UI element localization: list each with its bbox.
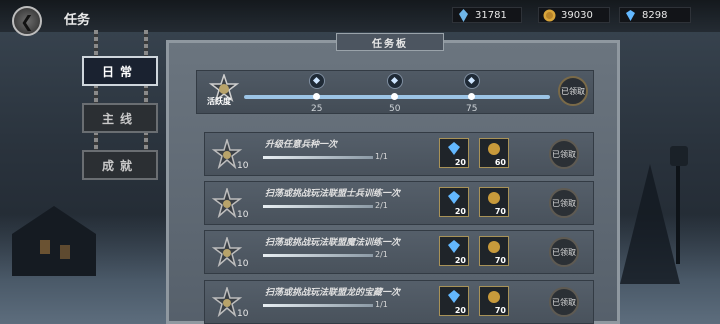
task-title: 扫荡或挑战玩法联盟士兵训练一次 bbox=[265, 189, 401, 199]
back-arrow-icon: ❮ bbox=[20, 11, 34, 31]
exp-coin-icon bbox=[488, 192, 500, 204]
gem-icon bbox=[448, 240, 460, 253]
crystal-count: 31781 bbox=[475, 9, 507, 21]
top-bar: ❮ 任务 31781 39030 8298 bbox=[0, 0, 720, 36]
claimed-button[interactable]: 已领取 bbox=[549, 188, 579, 218]
street-lamp-post bbox=[676, 164, 680, 264]
task-progress: 2/1 bbox=[375, 250, 388, 259]
task-progress-bar bbox=[263, 304, 373, 307]
page-title: 任务 bbox=[64, 13, 91, 28]
activity-claimed-button[interactable]: 已领取 bbox=[558, 76, 588, 106]
reward-exp-coin[interactable]: 70 bbox=[479, 236, 509, 266]
task-progress: 1/1 bbox=[375, 152, 388, 161]
claimed-button[interactable]: 已领取 bbox=[549, 139, 579, 169]
reward-exp-coin[interactable]: 60 bbox=[479, 138, 509, 168]
task-title: 扫荡或挑战玩法联盟魔法训练一次 bbox=[265, 238, 401, 248]
task-title: 升级任意兵种一次 bbox=[265, 140, 338, 150]
gem-icon bbox=[448, 191, 460, 204]
activity-label: 活跃度 bbox=[207, 97, 231, 106]
milestone-marker bbox=[313, 93, 320, 100]
task-level: 10 bbox=[237, 210, 249, 220]
tab-daily[interactable]: 日常 bbox=[82, 56, 158, 86]
milestone-value: 75 bbox=[466, 104, 478, 114]
exp-coin-icon bbox=[488, 143, 500, 155]
chain bbox=[144, 131, 148, 151]
reward-amount: 20 bbox=[454, 256, 466, 265]
gem-count: 8298 bbox=[642, 9, 668, 21]
tab-main-quest[interactable]: 主线 bbox=[82, 103, 158, 133]
gold-counter: 39030 bbox=[538, 7, 610, 23]
claimed-button[interactable]: 已领取 bbox=[549, 237, 579, 267]
crystal-icon bbox=[459, 9, 468, 22]
task-row: 10 扫荡或挑战玩法联盟魔法训练一次 2/1 20 70 已领取 bbox=[204, 230, 594, 274]
task-row: 10 升级任意兵种一次 1/1 20 60 已领取 bbox=[204, 132, 594, 176]
back-button[interactable]: ❮ bbox=[12, 6, 42, 36]
crystal-counter: 31781 bbox=[452, 7, 522, 23]
board-title-banner: 任务板 bbox=[336, 33, 444, 51]
task-level: 10 bbox=[237, 259, 249, 269]
gem-icon bbox=[448, 142, 460, 155]
milestone-value: 25 bbox=[311, 104, 323, 114]
gold-coin-icon bbox=[543, 9, 556, 22]
board-title: 任务板 bbox=[372, 38, 408, 50]
reward-exp-coin[interactable]: 70 bbox=[479, 286, 509, 316]
task-progress: 2/1 bbox=[375, 201, 388, 210]
milestone-marker bbox=[468, 93, 475, 100]
milestone-chest-icon[interactable] bbox=[387, 73, 403, 89]
task-progress-bar bbox=[263, 156, 373, 159]
task-level: 10 bbox=[237, 161, 249, 171]
task-progress: 1/1 bbox=[375, 300, 388, 309]
milestone-chest-icon[interactable] bbox=[464, 73, 480, 89]
house-window bbox=[40, 240, 50, 254]
reward-amount: 70 bbox=[494, 207, 506, 216]
reward-gem[interactable]: 20 bbox=[439, 236, 469, 266]
exp-coin-icon bbox=[488, 241, 500, 253]
exp-coin-icon bbox=[488, 291, 500, 303]
reward-amount: 70 bbox=[494, 306, 506, 315]
milestone-marker bbox=[391, 93, 398, 100]
gem-icon bbox=[448, 290, 460, 303]
reward-exp-coin[interactable]: 70 bbox=[479, 187, 509, 217]
task-level: 10 bbox=[237, 309, 249, 319]
milestone-chest-icon[interactable] bbox=[309, 73, 325, 89]
milestone-value: 50 bbox=[389, 104, 401, 114]
claimed-button[interactable]: 已领取 bbox=[549, 287, 579, 317]
tab-achievements[interactable]: 成就 bbox=[82, 150, 158, 180]
chain bbox=[94, 84, 98, 104]
task-title: 扫荡或挑战玩法联盟龙的宝藏一次 bbox=[265, 288, 401, 298]
house-window bbox=[60, 245, 70, 259]
reward-gem[interactable]: 20 bbox=[439, 138, 469, 168]
task-row: 10 扫荡或挑战玩法联盟龙的宝藏一次 1/1 20 70 已领取 bbox=[204, 280, 594, 324]
gem-icon bbox=[626, 10, 635, 21]
chain bbox=[94, 131, 98, 151]
chain bbox=[144, 30, 148, 58]
reward-amount: 20 bbox=[454, 207, 466, 216]
gold-count: 39030 bbox=[561, 9, 593, 21]
chain bbox=[144, 84, 148, 104]
reward-gem[interactable]: 20 bbox=[439, 286, 469, 316]
task-progress-bar bbox=[263, 205, 373, 208]
chain bbox=[94, 30, 98, 58]
reward-amount: 70 bbox=[494, 256, 506, 265]
gem-counter: 8298 bbox=[619, 7, 691, 23]
reward-amount: 60 bbox=[494, 158, 506, 167]
reward-amount: 20 bbox=[454, 158, 466, 167]
reward-amount: 20 bbox=[454, 306, 466, 315]
task-progress-bar bbox=[263, 254, 373, 257]
reward-gem[interactable]: 20 bbox=[439, 187, 469, 217]
task-row: 10 扫荡或挑战玩法联盟士兵训练一次 2/1 20 70 已领取 bbox=[204, 181, 594, 225]
street-lamp-head bbox=[670, 146, 688, 166]
